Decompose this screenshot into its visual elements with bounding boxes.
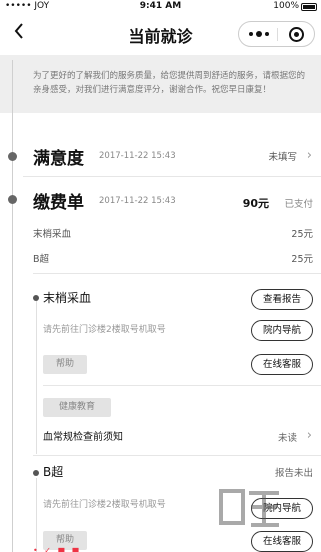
battery-percent: 100% [273, 1, 299, 11]
nav-bar: 当前就诊 [0, 13, 321, 53]
exam-timeline-line [36, 478, 37, 552]
fee-item: B超 25元 [33, 251, 313, 267]
bill-date: 2017-11-22 15:43 [99, 196, 176, 206]
fee-item-price: 25元 [291, 254, 313, 265]
capsule-divider [277, 28, 278, 41]
hospital-navigation-button[interactable]: 院内导航 [251, 320, 313, 341]
satisfaction-status: 未填写 [268, 152, 297, 163]
exam-dot [33, 470, 39, 476]
chevron-right-icon: › [306, 148, 312, 163]
fee-item-price: 25元 [291, 229, 313, 240]
exam-instruction: 请先前往门诊楼2楼取号机取号 [43, 325, 166, 335]
miniprogram-capsule [238, 21, 315, 47]
satisfaction-notice: 为了更好的了解我们的服务质量，给您提供周到舒适的服务，请根据您的亲身感受，对我们… [0, 55, 321, 113]
online-service-button[interactable]: 在线客服 [251, 354, 313, 375]
battery-icon [301, 3, 317, 11]
fee-item-name: 末梢采血 [33, 229, 72, 240]
hospital-navigation-button[interactable]: 院内导航 [251, 498, 313, 519]
timeline-line [12, 60, 13, 552]
help-tag[interactable]: 帮助 [43, 355, 87, 374]
status-bar: ••••• JOY 9:41 AM 100% [0, 0, 321, 13]
exam-title: B超 [43, 465, 64, 479]
satisfaction-date: 2017-11-22 15:43 [99, 151, 176, 161]
bill-title: 缴费单 [33, 193, 84, 213]
view-report-button[interactable]: 查看报告 [251, 289, 313, 310]
chevron-right-icon: › [306, 428, 312, 443]
exam-instruction: 请先前往门诊楼2楼取号机取号 [43, 500, 166, 510]
health-education-tag[interactable]: 健康教育 [43, 398, 111, 417]
satisfaction-row[interactable]: 满意度 2017-11-22 15:43 未填写 › [0, 140, 321, 172]
divider [33, 273, 321, 274]
exam-timeline-line [36, 300, 37, 454]
divider [43, 385, 321, 386]
education-status: 未读 [277, 433, 297, 444]
bill-status: 已支付 [284, 199, 313, 210]
fee-item-name: B超 [33, 254, 50, 265]
more-icon[interactable] [249, 31, 273, 37]
close-miniprogram-icon[interactable] [289, 27, 304, 42]
exam-title: 末梢采血 [43, 291, 92, 305]
timeline-dot [8, 195, 17, 204]
divider [23, 176, 321, 177]
bill-amount: 90元 [242, 197, 269, 210]
divider [33, 455, 321, 456]
online-service-button[interactable]: 在线客服 [251, 531, 313, 552]
education-title[interactable]: 血常规检查前须知 [43, 428, 123, 443]
satisfaction-title: 满意度 [33, 149, 84, 169]
decorative-marks: • ✓ ■ ■ [33, 546, 82, 552]
report-status: 报告未出 [274, 468, 313, 479]
exam-dot [33, 295, 39, 301]
fee-item: 末梢采血 25元 [33, 226, 313, 242]
